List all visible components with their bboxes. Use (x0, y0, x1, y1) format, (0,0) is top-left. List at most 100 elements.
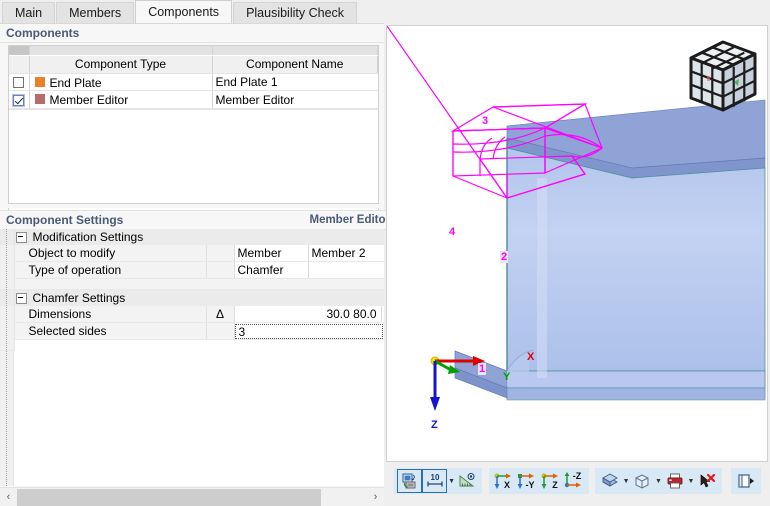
column-header-component-type[interactable]: Component Type (29, 55, 213, 74)
left-panel: Components Component Type Component Name (0, 23, 406, 506)
row-component-type-cell[interactable]: End Plate (29, 73, 213, 92)
collapse-icon[interactable] (15, 232, 27, 244)
settings-spacer (0, 339, 384, 351)
setting-symbol: Δ (205, 306, 234, 323)
row-checkbox-cell[interactable] (9, 90, 30, 110)
toolbar-group-panel (731, 468, 761, 494)
tree-gutter (0, 229, 15, 486)
model-render[interactable] (387, 26, 767, 461)
horizontal-scrollbar[interactable]: ‹ › (0, 487, 384, 506)
view-in-z-button[interactable]: Z (539, 470, 563, 492)
collapse-icon[interactable] (15, 293, 27, 305)
svg-text:10: 10 (430, 473, 439, 482)
scrollbar-thumb[interactable] (17, 488, 321, 506)
axis-x-icon: X (494, 473, 511, 490)
setting-label: Dimensions (14, 306, 206, 323)
print-button[interactable] (663, 470, 687, 492)
tree-gutter (0, 229, 15, 486)
settings-row[interactable]: Type of operation Chamfer (0, 229, 384, 486)
cursor-delete-icon (700, 473, 716, 488)
component-enabled-checkbox[interactable] (13, 77, 25, 89)
setting-symbol (205, 261, 234, 279)
setting-value-cell[interactable]: 3 (233, 322, 384, 340)
setting-value[interactable]: Member (233, 245, 308, 262)
tab-components[interactable]: Components (135, 0, 233, 23)
axis-minus-y-icon: -Y (517, 473, 535, 490)
column-header-check (9, 55, 30, 74)
setting-label: Object to modify (14, 245, 206, 262)
scale-input-button[interactable]: 10 (422, 469, 448, 493)
tree-gutter (0, 289, 15, 306)
view-in-minus-z-button[interactable]: -Z (563, 470, 587, 492)
expand-panel-button[interactable] (734, 470, 758, 492)
setting-value-secondary[interactable] (307, 261, 384, 279)
settings-group-row[interactable]: Chamfer Settings (0, 289, 384, 306)
render-mode-caret[interactable]: ▼ (622, 470, 631, 492)
row-checkbox-cell[interactable] (9, 73, 30, 92)
render-mode-button[interactable] (598, 470, 622, 492)
measure-button[interactable] (456, 470, 479, 492)
tree-gutter (0, 229, 15, 486)
scroll-left-arrow[interactable]: ‹ (0, 488, 17, 506)
print-caret[interactable]: ▼ (687, 470, 696, 492)
settings-group-row[interactable]: Modification Settings (0, 229, 384, 245)
setting-label: Selected sides (14, 322, 206, 340)
grid-filter-row (9, 46, 378, 56)
svg-text:Z: Z (552, 480, 558, 490)
row-component-type-cell[interactable]: Member Editor (29, 90, 213, 110)
toolbar-group-display: 10 ▼ (394, 468, 482, 494)
toolbar-group-views: X -Y Z -Z (489, 468, 589, 494)
component-enabled-checkbox[interactable] (13, 95, 25, 107)
display-settings-icon (402, 473, 415, 489)
wireframe-cube-icon (635, 474, 649, 489)
scrollbar-track[interactable] (17, 488, 367, 506)
wireframe-caret[interactable]: ▼ (654, 470, 663, 492)
node-label-3: 3 (482, 115, 489, 127)
column-header-component-name[interactable]: Component Name (212, 55, 378, 74)
grid-empty-area[interactable] (9, 109, 378, 204)
render-settings-button[interactable] (397, 469, 423, 493)
view-in-minus-y-button[interactable]: -Y (516, 470, 540, 492)
scale-10-icon: 10 (427, 473, 443, 487)
setting-value[interactable]: Chamfer (233, 261, 308, 279)
settings-row[interactable]: Selected sides 3 (0, 229, 384, 486)
row-component-name-cell[interactable]: End Plate 1 (212, 73, 378, 92)
settings-row[interactable]: Dimensions Δ 30.0 80.0 mm (0, 229, 406, 486)
group-expander[interactable] (14, 229, 29, 245)
tab-main[interactable]: Main (2, 2, 56, 23)
scroll-right-arrow[interactable]: › (367, 488, 384, 506)
3d-viewport[interactable]: X Y Z 3 4 2 1 (386, 25, 768, 462)
table-row[interactable]: Member Editor Member Editor (9, 90, 378, 110)
setting-symbol (205, 245, 234, 262)
panel-expand-icon (738, 474, 754, 488)
row-component-name-cell[interactable]: Member Editor (212, 90, 378, 110)
table-row[interactable]: End Plate End Plate 1 (9, 73, 378, 92)
spacer-cell (14, 278, 384, 290)
setting-unit[interactable]: mm (380, 306, 406, 323)
setting-value-secondary[interactable]: Member 2 (307, 245, 384, 262)
view-in-x-button[interactable]: X (492, 470, 516, 492)
tab-members[interactable]: Members (56, 2, 135, 23)
component-settings-title: Component Settings (6, 213, 124, 227)
node-label-2: 2 (500, 251, 509, 263)
axis-label-z: Z (431, 419, 438, 431)
group-expander[interactable] (14, 289, 29, 306)
ruler-icon (459, 473, 475, 487)
scale-dropdown-caret[interactable]: ▼ (447, 470, 456, 492)
filter-cell-check (9, 46, 30, 56)
node-label-1: 1 (478, 363, 487, 375)
filter-cell-type[interactable] (29, 46, 213, 56)
tree-gutter (0, 229, 15, 245)
clear-selection-button[interactable] (695, 470, 719, 492)
tab-plausibility-check[interactable]: Plausibility Check (233, 2, 358, 23)
settings-row[interactable]: Object to modify Member Member 2 (0, 229, 384, 486)
svg-text:-Z: -Z (573, 472, 582, 481)
axis-minus-z-icon: -Z (564, 472, 582, 488)
settings-empty-area (0, 351, 384, 486)
setting-value[interactable]: 30.0 80.0 (233, 306, 381, 323)
component-type-label: End Plate (49, 75, 102, 90)
filter-cell-name[interactable] (212, 46, 378, 56)
selected-sides-input[interactable]: 3 (234, 323, 383, 339)
svg-text:-Y: -Y (526, 480, 535, 490)
wireframe-button[interactable] (630, 470, 654, 492)
